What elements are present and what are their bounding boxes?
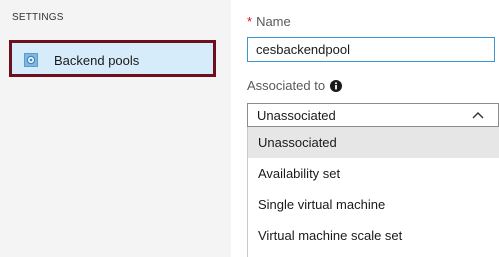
associated-to-label: Associated to xyxy=(247,78,343,93)
associated-to-selected-value: Unassociated xyxy=(257,108,336,123)
settings-header: SETTINGS xyxy=(12,12,64,23)
backend-pool-icon xyxy=(24,53,38,67)
required-marker: * xyxy=(247,14,253,29)
chevron-up-icon xyxy=(472,112,484,119)
option-availability-set[interactable]: Availability set xyxy=(248,158,499,189)
info-icon[interactable] xyxy=(330,80,343,92)
associated-to-label-text: Associated to xyxy=(247,78,326,93)
name-field-label: * Name xyxy=(247,14,291,29)
option-single-virtual-machine[interactable]: Single virtual machine xyxy=(248,189,499,220)
option-unassociated[interactable]: Unassociated xyxy=(248,127,499,158)
backend-pool-form: *Name Associated to Unassociated Unassoc… xyxy=(247,0,499,257)
create-backend-pool-screen: SETTINGS Backend pools *Name Associated … xyxy=(0,0,499,257)
associated-to-options-list: Unassociated Availability set Single vir… xyxy=(247,127,499,257)
option-virtual-machine-scale-set[interactable]: Virtual machine scale set xyxy=(248,220,499,251)
settings-panel: SETTINGS Backend pools xyxy=(0,0,231,257)
sidebar-item-label: Backend pools xyxy=(54,53,140,68)
sidebar-item-backend-pools[interactable]: Backend pools xyxy=(9,40,216,77)
associated-to-select[interactable]: Unassociated xyxy=(247,103,499,127)
name-label-text: Name xyxy=(256,14,291,29)
name-input[interactable] xyxy=(247,37,495,62)
